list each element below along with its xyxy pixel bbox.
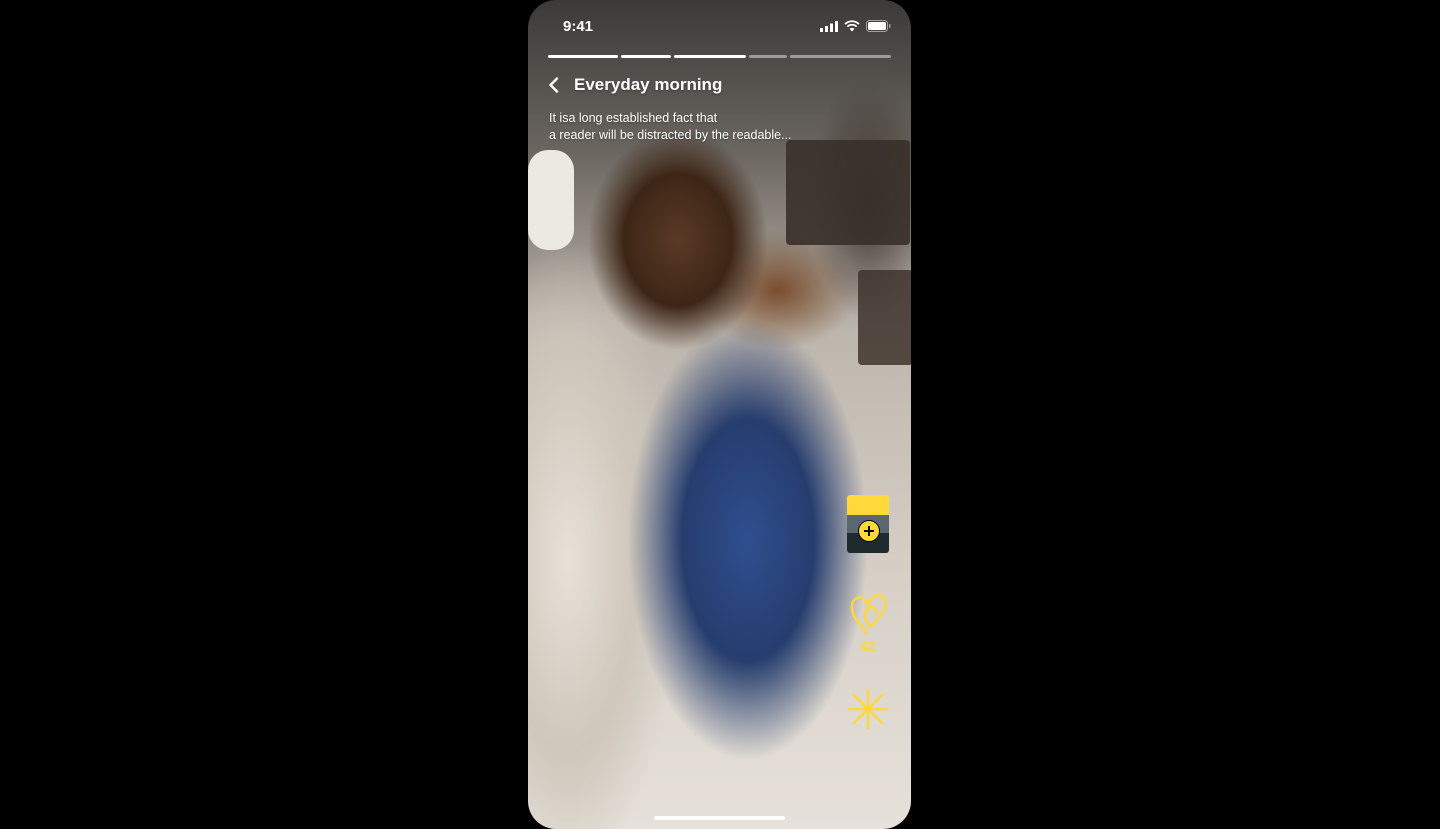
status-bar: 9:41 — [528, 0, 911, 50]
side-actions: 42 — [847, 495, 889, 730]
progress-segment-3 — [673, 55, 747, 58]
back-button[interactable] — [548, 74, 562, 96]
battery-icon — [866, 20, 891, 32]
story-screen: 9:41 Everyday morning It isa long establ… — [528, 0, 911, 829]
plus-icon — [858, 520, 880, 542]
progress-segment-2 — [620, 55, 671, 58]
description-line-2: a reader will be distracted by the reada… — [549, 128, 792, 142]
like-count: 42 — [860, 638, 876, 654]
description-line-1: It isa long established fact that — [549, 111, 718, 125]
heart-icon[interactable] — [848, 589, 888, 637]
back-chevron-icon — [549, 77, 559, 93]
progress-segment-4 — [749, 55, 788, 58]
story-description: It isa long established fact that a read… — [549, 110, 849, 144]
home-indicator — [654, 816, 785, 820]
wifi-icon — [844, 20, 860, 32]
story-progress — [548, 55, 892, 58]
signal-icon — [820, 20, 838, 32]
status-time: 9:41 — [563, 18, 594, 35]
story-header: Everyday morning — [548, 74, 891, 96]
story-title: Everyday morning — [574, 75, 723, 94]
progress-segment-1 — [548, 55, 618, 58]
progress-segment-5 — [790, 55, 892, 58]
add-to-collection-button[interactable] — [847, 495, 889, 553]
sparkle-icon[interactable] — [847, 688, 889, 730]
